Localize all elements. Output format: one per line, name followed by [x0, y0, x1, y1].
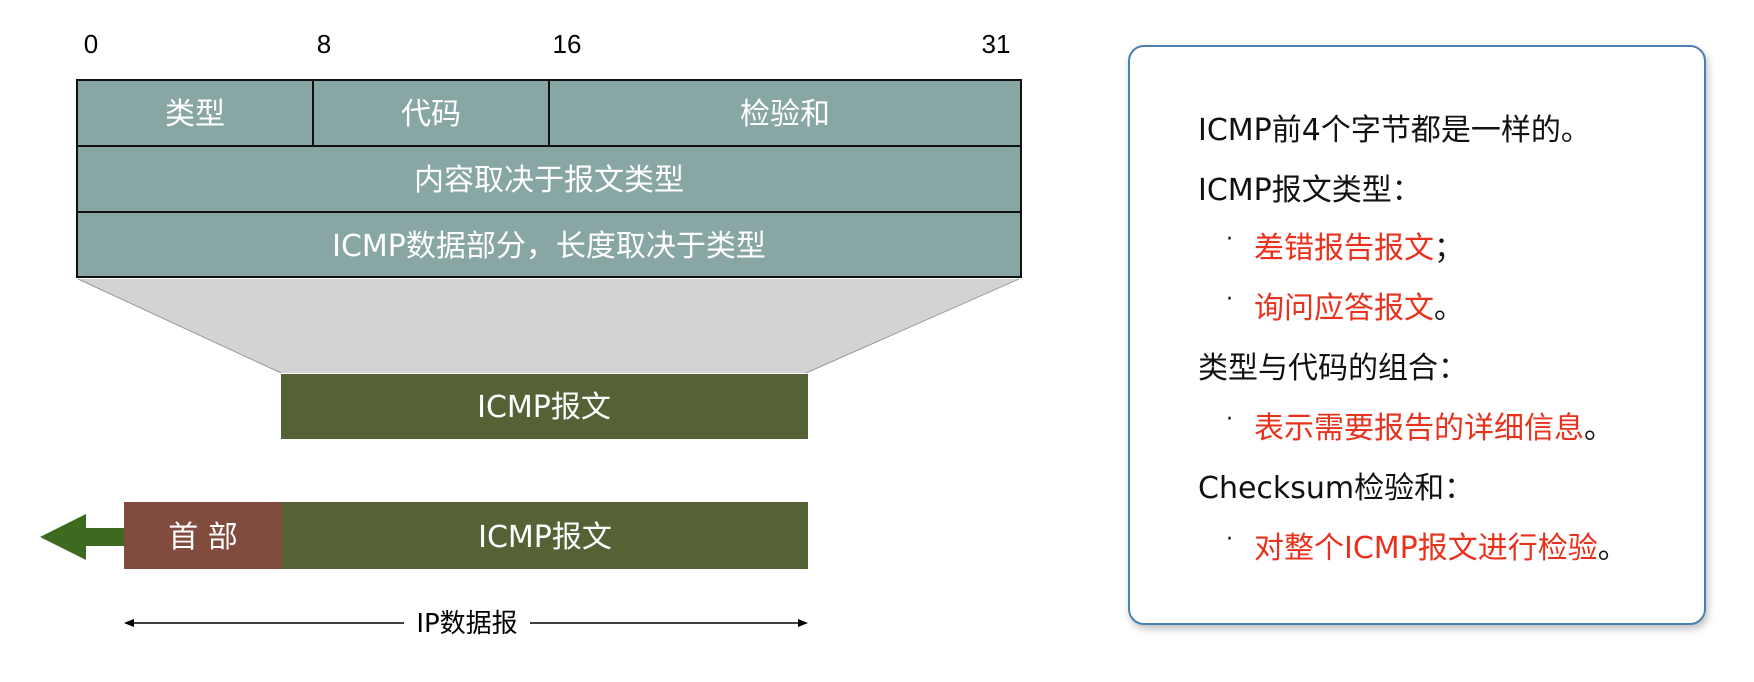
icmp-message-label: ICMP报文: [477, 390, 611, 425]
field-data-portion: ICMP数据部分，长度取决于类型: [332, 229, 766, 264]
bullet-dot: ·: [1226, 527, 1233, 552]
bullet-dot: ·: [1226, 227, 1233, 252]
note-bullet-3-tail: 。: [1584, 411, 1614, 446]
icmp-header-table: 类型 代码 检验和 内容取决于报文类型 ICMP数据部分，长度取决于类型: [76, 79, 1022, 278]
note-line-1: ICMP前4个字节都是一样的。: [1198, 113, 1591, 148]
bit-label-0: 0: [84, 29, 98, 59]
field-rest-of-header: 内容取决于报文类型: [414, 163, 684, 198]
field-type: 类型: [165, 97, 225, 132]
note-bullet-2-tail: 。: [1434, 291, 1464, 326]
bit-label-31: 31: [982, 29, 1011, 59]
note-bullet-4-text: 对整个ICMP报文进行检验: [1254, 531, 1598, 566]
bullet-dot: ·: [1226, 407, 1233, 432]
note-bullet-1-tail: ；: [1434, 231, 1464, 266]
ip-payload-label: ICMP报文: [478, 520, 612, 555]
expansion-funnel: [78, 279, 1019, 373]
field-checksum: 检验和: [740, 97, 830, 132]
left-arrow-icon: [40, 514, 125, 560]
ip-datagram-span: IP数据报: [124, 609, 808, 639]
ip-datagram-label: IP数据报: [416, 609, 517, 639]
bullet-dot: ·: [1226, 287, 1233, 312]
bit-label-8: 8: [317, 29, 331, 59]
note-bullet-1-text: 差错报告报文: [1254, 231, 1434, 266]
note-bullet-2-text: 询问应答报文: [1254, 291, 1434, 326]
note-bullet-1: 差错报告报文；: [1254, 223, 1464, 267]
ip-header-label: 首 部: [168, 520, 238, 555]
note-line-3: 类型与代码的组合：: [1198, 351, 1468, 386]
notes-panel: ICMP前4个字节都是一样的。 ICMP报文类型： · 差错报告报文； · 询问…: [1128, 45, 1706, 625]
note-bullet-2: 询问应答报文。: [1254, 283, 1464, 327]
note-bullet-4: 对整个ICMP报文进行检验。: [1254, 523, 1628, 567]
field-code: 代码: [401, 97, 461, 132]
note-bullet-3-text: 表示需要报告的详细信息: [1254, 411, 1584, 446]
note-bullet-4-tail: 。: [1597, 531, 1628, 566]
note-bullet-3: 表示需要报告的详细信息。: [1254, 403, 1614, 447]
note-line-4: Checksum检验和：: [1198, 471, 1475, 506]
bit-label-16: 16: [553, 29, 582, 59]
note-line-2: ICMP报文类型：: [1198, 173, 1422, 208]
